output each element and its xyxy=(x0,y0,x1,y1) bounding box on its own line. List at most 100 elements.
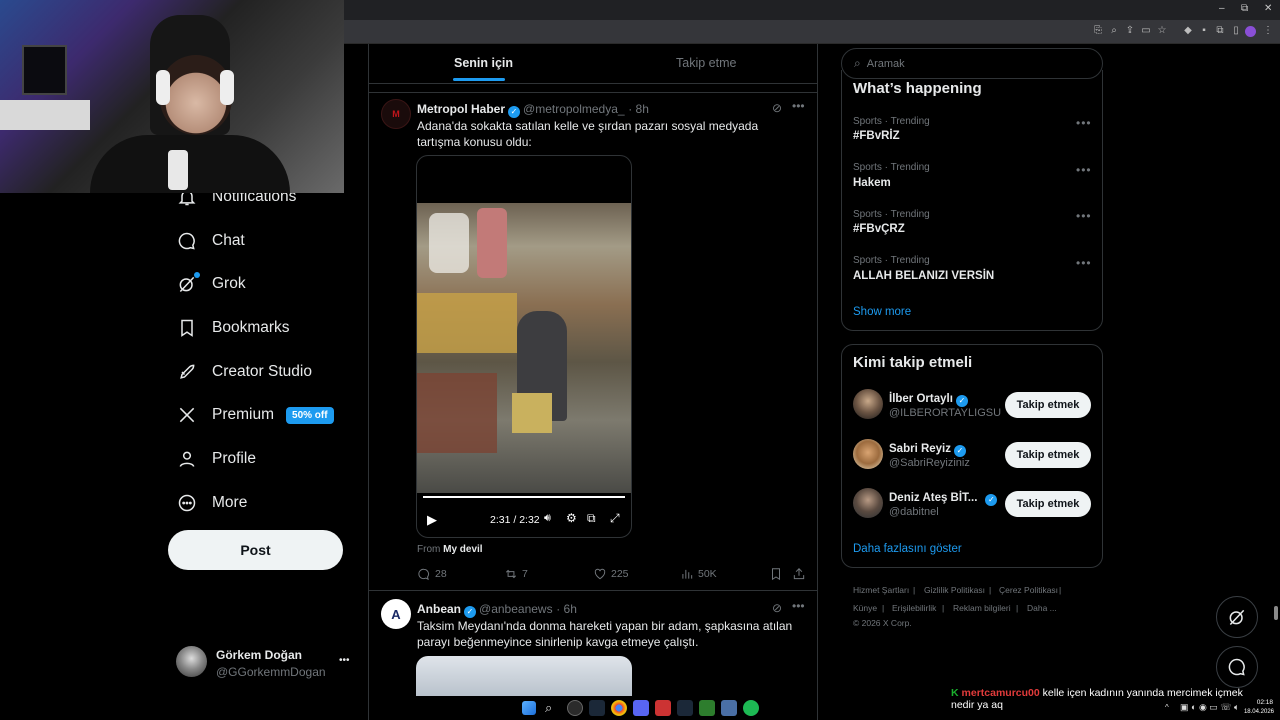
trend-name[interactable]: Hakem xyxy=(853,177,891,189)
sidebar-item-profile[interactable]: Profile xyxy=(176,444,256,474)
minimize-button[interactable]: – xyxy=(1219,3,1225,14)
play-icon[interactable]: ▶ xyxy=(427,512,437,528)
spotify-icon[interactable] xyxy=(743,700,759,716)
fullscreen-icon[interactable]: ⤢ xyxy=(610,511,620,526)
follow-suggestion-avatar[interactable] xyxy=(853,439,883,469)
close-window-button[interactable]: ✕ xyxy=(1264,3,1272,14)
share-button[interactable] xyxy=(792,567,810,581)
sidebar-item-premium[interactable]: Premium 50% off xyxy=(176,400,334,430)
browser-menu-icon[interactable]: ⋮ xyxy=(1262,25,1274,37)
install-icon[interactable]: ▭ xyxy=(1140,25,1152,37)
sidebar-item-bookmarks[interactable]: Bookmarks xyxy=(176,313,290,343)
tweet-time[interactable]: · 6h xyxy=(556,602,577,616)
app-icon[interactable] xyxy=(655,700,671,716)
steam-icon[interactable] xyxy=(677,700,693,716)
follow-suggestion-avatar[interactable] xyxy=(853,389,883,419)
follow-suggestion-name[interactable]: Deniz Ateş BİT... xyxy=(889,492,977,504)
chrome-icon[interactable] xyxy=(611,700,627,716)
trend-name[interactable]: ALLAH BELANIZI VERSİN xyxy=(853,270,994,282)
bookmark-button[interactable] xyxy=(769,567,787,581)
sidebar-item-grok[interactable]: Grok xyxy=(176,269,246,299)
grok-analyze-icon[interactable]: ⊘ xyxy=(772,601,782,615)
translate-icon[interactable]: ⎘ xyxy=(1092,25,1104,37)
tab-for-you[interactable]: Senin için xyxy=(454,56,513,70)
footer-link[interactable]: Reklam bilgileri xyxy=(953,603,1011,613)
tweet-media[interactable] xyxy=(416,656,632,696)
chat-float-button[interactable] xyxy=(1216,646,1258,688)
video-progress-bar[interactable] xyxy=(423,496,625,498)
app-icon[interactable] xyxy=(721,700,737,716)
grok-analyze-icon[interactable]: ⊘ xyxy=(772,101,782,115)
tab-following[interactable]: Takip etme xyxy=(676,56,736,70)
trend-name[interactable]: #FBvRİZ xyxy=(853,130,900,142)
tray-chevron-icon[interactable]: ^ xyxy=(1165,703,1169,712)
follow-suggestion-avatar[interactable] xyxy=(853,488,883,518)
volume-icon[interactable]: 🔊︎ xyxy=(544,512,551,525)
follow-suggestion-name[interactable]: İlber Ortaylı xyxy=(889,393,953,405)
post-button[interactable]: Post xyxy=(168,530,343,570)
star-icon[interactable]: ☆ xyxy=(1156,25,1168,37)
grok-float-button[interactable] xyxy=(1216,596,1258,638)
trend-more-icon[interactable]: ••• xyxy=(1076,209,1092,223)
show-more-trends-link[interactable]: Show more xyxy=(853,306,911,318)
footer-link[interactable]: Hizmet Şartları xyxy=(853,585,909,595)
search-icon[interactable]: ⌕ xyxy=(545,700,552,716)
share-icon[interactable]: ⇪ xyxy=(1124,25,1136,37)
tweet-time[interactable]: · 8h xyxy=(628,102,649,116)
follow-button[interactable]: Takip etmek xyxy=(1005,392,1091,418)
sidebar-item-chat[interactable]: Chat xyxy=(176,226,245,256)
footer-more-link[interactable]: Daha ... xyxy=(1027,603,1057,613)
steam-icon[interactable] xyxy=(589,700,605,716)
trend-more-icon[interactable]: ••• xyxy=(1076,116,1092,130)
video-source-link[interactable]: My devil xyxy=(443,544,482,555)
discord-icon[interactable] xyxy=(633,700,649,716)
account-avatar[interactable] xyxy=(176,646,207,677)
app-icon[interactable] xyxy=(567,700,583,716)
trend-more-icon[interactable]: ••• xyxy=(1076,163,1092,177)
tweet-video[interactable]: ▶ 2:31 / 2:32 🔊︎ ⚙︎ ⧉ ⤢ xyxy=(416,155,632,538)
show-more-follow-link[interactable]: Daha fazlasını göster xyxy=(853,543,962,555)
clock-time[interactable]: 02:18 xyxy=(1247,699,1273,706)
like-button[interactable]: 225 xyxy=(593,567,629,581)
windows-start-icon[interactable] xyxy=(522,701,536,715)
zoom-icon[interactable]: ⌕ xyxy=(1108,25,1120,37)
tray-icons[interactable]: ▣ ◐ ◉ ▭ ☏ 🔈︎ xyxy=(1180,702,1239,713)
follow-suggestion-name[interactable]: Sabri Reyiz xyxy=(889,443,951,455)
footer-link[interactable]: Künye xyxy=(853,603,877,613)
trend-more-icon[interactable]: ••• xyxy=(1076,256,1092,270)
tweet-author-handle[interactable]: @metropolmedya_ xyxy=(523,102,625,116)
tweet-author-name[interactable]: Metropol Haber xyxy=(417,102,505,116)
footer-link[interactable]: Erişilebilirlik xyxy=(892,603,936,613)
footer-link[interactable]: Gizlilik Politikası xyxy=(924,585,985,595)
follow-button[interactable]: Takip etmek xyxy=(1005,491,1091,517)
profile-avatar-icon[interactable] xyxy=(1245,26,1256,37)
tweet-avatar[interactable]: M xyxy=(381,99,411,129)
repost-button[interactable]: 7 xyxy=(504,567,528,581)
tweet-more-icon[interactable]: ••• xyxy=(792,99,805,113)
footer-link[interactable]: Çerez Politikası xyxy=(999,585,1058,595)
sidebar-item-creator-studio[interactable]: Creator Studio xyxy=(176,357,312,387)
account-menu-icon[interactable]: ••• xyxy=(339,655,350,666)
settings-gear-icon[interactable]: ⚙︎ xyxy=(566,511,577,525)
sidebar-icon[interactable]: ▯ xyxy=(1230,25,1242,37)
follow-suggestion-handle[interactable]: @dabitnel xyxy=(889,506,939,518)
reply-button[interactable]: 28 xyxy=(417,567,447,581)
follow-suggestion-handle[interactable]: @ILBERORTAYLIGSU xyxy=(889,407,1001,419)
picture-in-picture-icon[interactable]: ⧉ xyxy=(587,511,596,526)
extensions-puzzle-icon[interactable]: ⧉ xyxy=(1214,25,1226,37)
follow-suggestion-handle[interactable]: @SabriReyiziniz xyxy=(889,457,970,469)
views-button[interactable]: 50K xyxy=(680,567,717,581)
tweet-author-name[interactable]: Anbean xyxy=(417,602,461,616)
trend-name[interactable]: #FBvÇRZ xyxy=(853,223,905,235)
maximize-button[interactable]: ⧉ xyxy=(1241,3,1248,14)
tweet-author-handle[interactable]: @anbeanews xyxy=(479,602,553,616)
follow-button[interactable]: Takip etmek xyxy=(1005,442,1091,468)
app-icon[interactable] xyxy=(699,700,715,716)
tweet-avatar[interactable]: A xyxy=(381,599,411,629)
sidebar-item-more[interactable]: More xyxy=(176,488,247,518)
scrollbar-thumb[interactable] xyxy=(1274,606,1278,620)
tweet-more-icon[interactable]: ••• xyxy=(792,599,805,613)
extension-icon[interactable]: ◆ xyxy=(1182,25,1194,37)
clock-date[interactable]: 18.04.2026 xyxy=(1238,709,1274,715)
extension-icon[interactable]: ▪ xyxy=(1198,25,1210,37)
